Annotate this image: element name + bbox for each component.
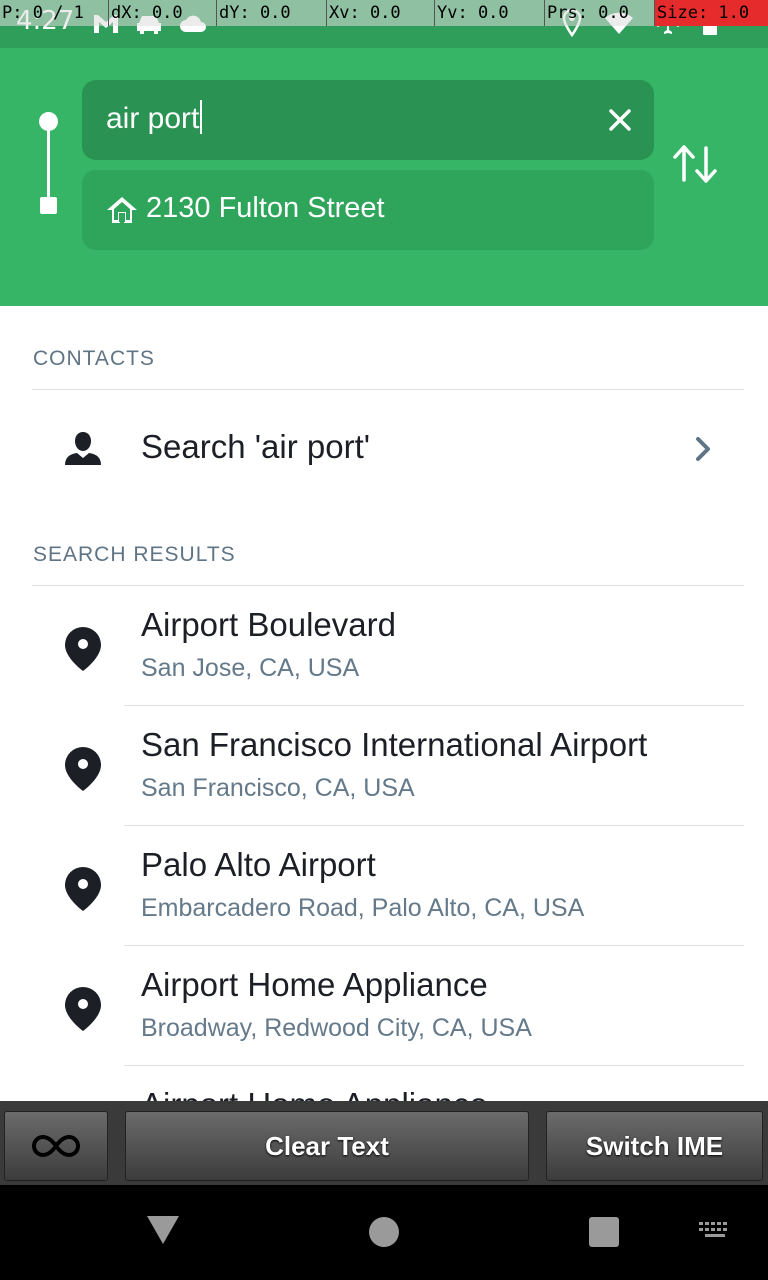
location-pin-icon [65,747,101,791]
search-result-item[interactable]: San Francisco International Airport San … [0,706,768,826]
search-result-item[interactable]: Airport Boulevard San Jose, CA, USA [0,586,768,706]
origin-input[interactable]: air port [106,100,203,136]
search-result-item[interactable]: Palo Alto Airport Embarcadero Road, Palo… [0,826,768,946]
route-start-dot [39,112,58,131]
home-circle-icon[interactable] [369,1217,399,1247]
chevron-right-icon [696,437,710,461]
home-icon [107,197,137,223]
overlay-size: Size: 1.0 [654,0,768,26]
location-pin-icon [65,987,101,1031]
infinity-button[interactable] [4,1111,108,1181]
search-result-item[interactable]: Airport Home Appliance Broadway, Redwood… [0,946,768,1066]
result-title: San Francisco International Airport [141,726,648,763]
contact-person-icon [65,432,101,465]
back-triangle-icon[interactable] [146,1215,180,1245]
status-bar: 4:27 P: 0 / 1 dX: 0.0 dY: 0.0 Xv: 0.0 Yv… [0,0,768,48]
swap-directions-icon[interactable] [672,142,720,186]
clear-search-icon[interactable] [606,106,634,134]
switch-ime-button[interactable]: Switch IME [546,1111,763,1181]
keyboard-icon[interactable] [698,1221,732,1241]
route-end-square [40,197,57,214]
result-subtitle: Embarcadero Road, Palo Alto, CA, USA [141,894,585,922]
destination-field[interactable]: 2130 Fulton Street [82,170,654,250]
bottom-toolbar: Clear Text Switch IME [0,1101,768,1185]
overlay-dy: dY: 0.0 [216,0,326,26]
recent-apps-icon[interactable] [589,1217,619,1247]
result-title: Airport Boulevard [141,606,396,643]
location-pin-icon [65,627,101,671]
clear-text-button[interactable]: Clear Text [125,1111,529,1181]
system-navigation-bar [0,1185,768,1280]
origin-search-field[interactable]: air port [82,80,654,160]
result-title: Palo Alto Airport [141,846,376,883]
overlay-yv: Yv: 0.0 [434,0,544,26]
overlay-dx: dX: 0.0 [108,0,216,26]
location-pin-icon [65,867,101,911]
infinity-icon [32,1134,80,1158]
search-contacts-row[interactable]: Search 'air port' [0,390,768,508]
result-title: Airport Home Appliance [141,966,488,1003]
result-subtitle: San Jose, CA, USA [141,654,360,682]
search-results-section-title: SEARCH RESULTS [33,543,236,566]
result-subtitle: Broadway, Redwood City, CA, USA [141,1014,532,1042]
pointer-location-overlay: P: 0 / 1 dX: 0.0 dY: 0.0 Xv: 0.0 Yv: 0.0… [0,0,768,26]
overlay-xv: Xv: 0.0 [326,0,434,26]
origin-input-value: air port [106,102,200,135]
result-subtitle: San Francisco, CA, USA [141,774,415,802]
search-contacts-label: Search 'air port' [141,428,371,465]
destination-value: 2130 Fulton Street [146,192,385,224]
overlay-p: P: 0 / 1 [2,3,84,23]
overlay-prs: Prs: 0.0 [544,0,654,26]
route-connector-line [47,122,50,206]
contacts-section-title: CONTACTS [33,347,155,370]
text-caret [200,100,203,134]
